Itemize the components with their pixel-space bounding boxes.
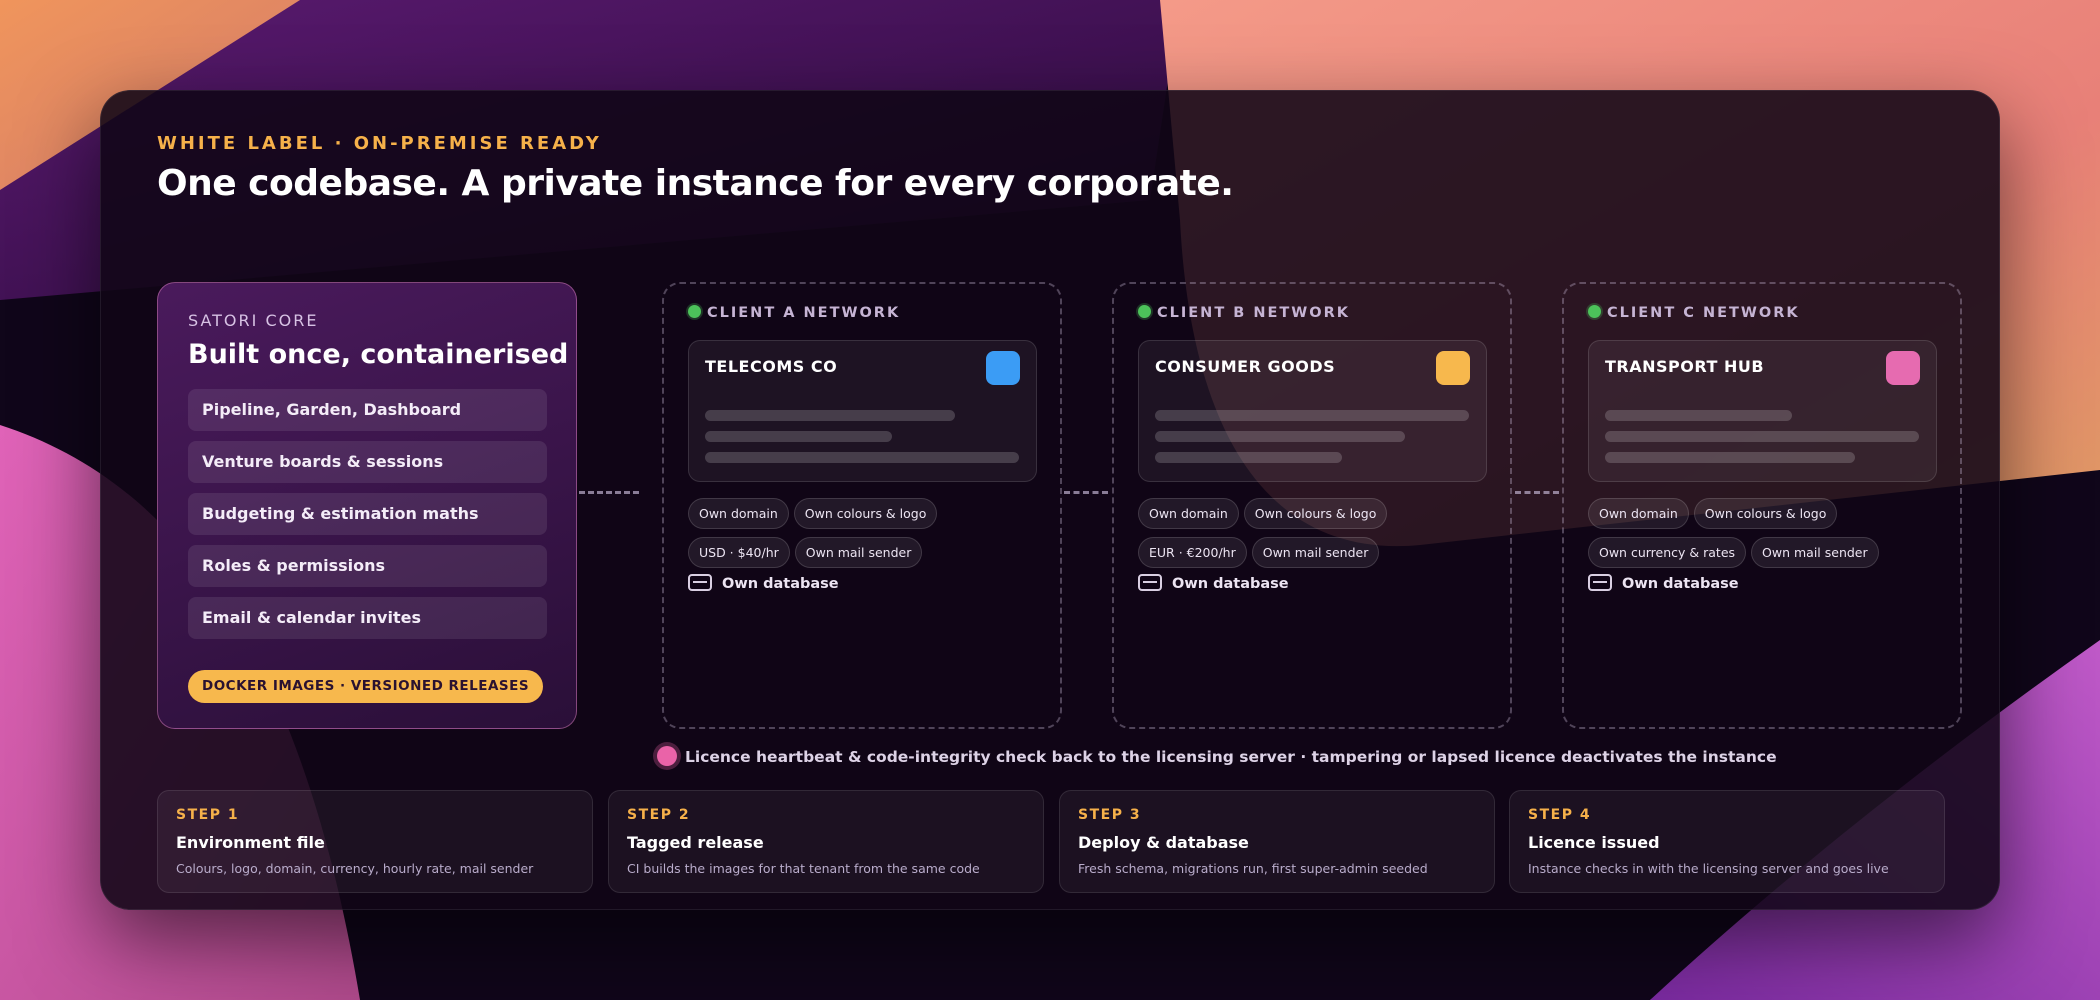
step-title: Environment file — [176, 833, 325, 852]
skeleton-line — [1155, 452, 1342, 463]
feature-pill: Own currency & rates — [1588, 537, 1747, 568]
page-title: One codebase. A private instance for eve… — [157, 163, 1234, 204]
tenant-pills: Own domain Own colours & logo EUR · €200/… — [1138, 498, 1498, 576]
core-feature-list: Pipeline, Garden, Dashboard Venture boar… — [188, 389, 547, 649]
feature-pill: EUR · €200/hr — [1138, 537, 1247, 568]
tenant-card: CONSUMER GOODS — [1138, 340, 1487, 482]
tenant-card: TELECOMS CO — [688, 340, 1037, 482]
database-icon — [688, 574, 712, 591]
step-card: STEP 3 Deploy & database Fresh schema, m… — [1059, 790, 1495, 893]
connector-b-to-c — [1515, 491, 1559, 494]
feature-pill: Own mail sender — [1251, 537, 1380, 568]
core-feature-item: Pipeline, Garden, Dashboard — [188, 389, 547, 431]
tenant-pills: Own domain Own colours & logo USD · $40/h… — [688, 498, 1048, 576]
client-network-label: CLIENT A NETWORK — [688, 305, 900, 321]
core-feature-item: Venture boards & sessions — [188, 441, 547, 483]
step-title: Licence issued — [1528, 833, 1660, 852]
step-number: STEP 1 — [176, 807, 240, 823]
feature-pill: Own colours & logo — [793, 498, 938, 529]
licence-heartbeat-note: Licence heartbeat & code-integrity check… — [657, 746, 1777, 766]
feature-pill: Own mail sender — [1751, 537, 1879, 568]
core-panel: SATORI CORE Built once, containerised Pi… — [157, 282, 577, 729]
step-description: Fresh schema, migrations run, first supe… — [1078, 861, 1428, 876]
skeleton-line — [705, 431, 892, 442]
white-label-card: WHITE LABEL · ON-PREMISE READY One codeb… — [100, 90, 2000, 910]
client-network-label: CLIENT B NETWORK — [1138, 305, 1350, 321]
tenant-name: TELECOMS CO — [705, 357, 838, 376]
step-description: Instance checks in with the licensing se… — [1528, 861, 1889, 876]
database-icon — [1588, 574, 1612, 591]
feature-pill: USD · $40/hr — [688, 537, 790, 568]
step-number: STEP 2 — [627, 807, 691, 823]
core-label: SATORI CORE — [188, 311, 319, 330]
status-dot-icon — [688, 305, 701, 318]
skeleton-line — [705, 452, 1019, 463]
feature-pill: Own domain — [688, 498, 789, 529]
skeleton-line — [705, 410, 955, 421]
client-c-network: CLIENT C NETWORK TRANSPORT HUB Own domai… — [1562, 282, 1962, 729]
step-title: Tagged release — [627, 833, 764, 852]
core-title: Built once, containerised — [188, 339, 569, 370]
brand-swatch — [1436, 351, 1470, 385]
tenant-name: TRANSPORT HUB — [1605, 357, 1765, 376]
eyebrow: WHITE LABEL · ON-PREMISE READY — [157, 133, 602, 154]
step-description: Colours, logo, domain, currency, hourly … — [176, 861, 534, 876]
feature-pill: Own mail sender — [794, 537, 923, 568]
status-dot-icon — [1588, 305, 1601, 318]
feature-pill: Own domain — [1138, 498, 1239, 529]
database-row: Own database — [1588, 574, 1739, 592]
step-description: CI builds the images for that tenant fro… — [627, 861, 980, 876]
status-dot-icon — [1138, 305, 1151, 318]
core-feature-item: Roles & permissions — [188, 545, 547, 587]
step-card: STEP 2 Tagged release CI builds the imag… — [608, 790, 1044, 893]
step-number: STEP 3 — [1078, 807, 1142, 823]
core-feature-item: Budgeting & estimation maths — [188, 493, 547, 535]
feature-pill: Own domain — [1588, 498, 1689, 529]
step-number: STEP 4 — [1528, 807, 1592, 823]
skeleton-line — [1155, 410, 1469, 421]
docker-badge: DOCKER IMAGES · VERSIONED RELEASES — [188, 670, 544, 703]
step-card: STEP 4 Licence issued Instance checks in… — [1509, 790, 1945, 893]
step-card: STEP 1 Environment file Colours, logo, d… — [157, 790, 593, 893]
heartbeat-dot-icon — [657, 746, 677, 766]
client-b-network: CLIENT B NETWORK CONSUMER GOODS Own doma… — [1112, 282, 1512, 729]
brand-swatch — [986, 351, 1020, 385]
skeleton-line — [1605, 452, 1855, 463]
tenant-name: CONSUMER GOODS — [1155, 357, 1336, 376]
step-title: Deploy & database — [1078, 833, 1249, 852]
skeleton-line — [1605, 410, 1792, 421]
connector-a-to-b — [1064, 491, 1108, 494]
skeleton-line — [1155, 431, 1405, 442]
database-icon — [1138, 574, 1162, 591]
core-feature-item: Email & calendar invites — [188, 597, 547, 639]
feature-pill: Own colours & logo — [1693, 498, 1838, 529]
feature-pill: Own colours & logo — [1243, 498, 1388, 529]
skeleton-line — [1605, 431, 1919, 442]
tenant-card: TRANSPORT HUB — [1588, 340, 1937, 482]
tenant-pills: Own domain Own colours & logo Own currenc… — [1588, 498, 1948, 576]
connector-core-to-a — [579, 491, 639, 494]
deployment-steps: STEP 1 Environment file Colours, logo, d… — [157, 790, 1945, 893]
brand-swatch — [1886, 351, 1920, 385]
database-row: Own database — [688, 574, 839, 592]
client-a-network: CLIENT A NETWORK TELECOMS CO Own domain O… — [662, 282, 1062, 729]
database-row: Own database — [1138, 574, 1289, 592]
client-network-label: CLIENT C NETWORK — [1588, 305, 1800, 321]
